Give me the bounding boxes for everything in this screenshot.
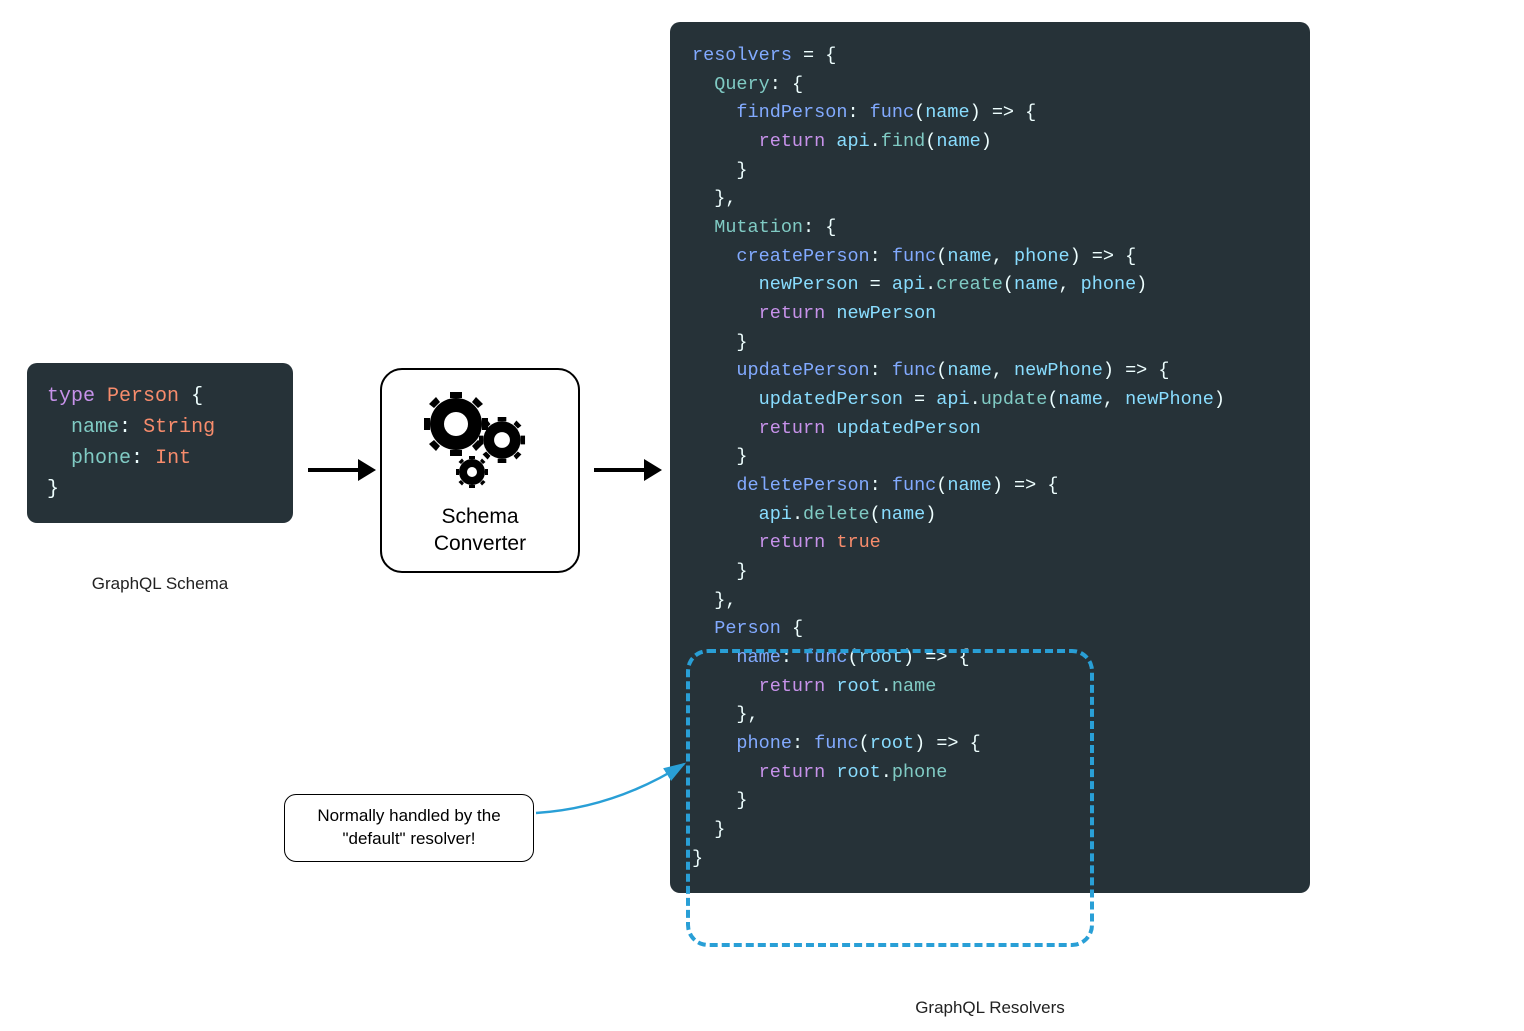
resolvers-code-block: resolvers = { Query: { findPerson: func(… [670,22,1310,893]
resolvers-caption: GraphQL Resolvers [670,998,1310,1018]
schema-caption: GraphQL Schema [27,574,293,594]
field-phone-type: Int [155,447,191,470]
type-person: Person [107,385,179,408]
converter-label: Schema Converter [434,504,526,557]
field-phone-key: phone [71,447,131,470]
field-name-key: name [71,416,119,439]
callout-arrow [534,758,694,818]
arrow-converter-to-resolvers [594,459,662,481]
field-name-type: String [143,416,215,439]
gears-icon [420,390,540,500]
callout-default-resolver: Normally handled by the "default" resolv… [284,794,534,862]
brace-close: } [47,478,59,501]
arrow-schema-to-converter [308,459,376,481]
schema-code-block: type Person { name: String phone: Int } [27,363,293,523]
kw-type: type [47,385,95,408]
brace-open: { [191,385,203,408]
schema-converter-box: Schema Converter [380,368,580,573]
